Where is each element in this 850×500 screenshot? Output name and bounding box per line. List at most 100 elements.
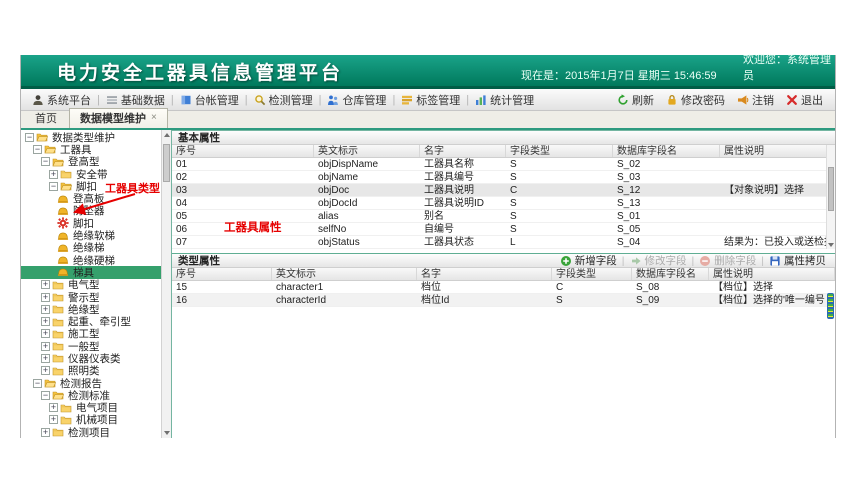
change-password-button[interactable]: 修改密码 [660,92,731,108]
tab-close-icon[interactable]: × [151,113,157,123]
table-row[interactable]: 16characterId档位IdSS_09【档位】选择的'唯一编号 [172,294,835,307]
menu-item-7[interactable]: 统计管理 [470,92,539,108]
folder-open-icon [44,377,56,389]
save-copy-icon [769,255,781,267]
datetime-label: 现在是：2015年1月7日 星期三 15:46:59 [521,67,717,83]
tag-icon [401,94,413,106]
table-cell: 【对象说明】选择 [720,184,835,196]
app-header: 电力安全工器具信息管理平台 现在是：2015年1月7日 星期三 15:46:59… [21,55,835,86]
column-header: 数据库字段名 [613,145,720,157]
table-cell: S_04 [613,236,720,248]
expand-icon[interactable]: + [49,170,58,179]
table-cell: selfNo [314,223,420,235]
table-row[interactable]: 01objDispName工器具名称SS_02 [172,158,835,171]
collapse-icon[interactable]: − [33,379,42,388]
tab-data-model-maintenance[interactable]: 数据模型维护 × [69,108,168,128]
tree-node[interactable]: +检测项目 [21,426,161,438]
collapse-icon[interactable]: − [41,391,50,400]
table-cell [720,158,835,170]
column-header: 英文标示 [272,268,417,280]
tab-home[interactable]: 首页 [25,109,67,128]
type-attrs-header: 类型属性 新增字段|修改字段|删除字段|属性拷贝 [172,254,835,268]
expand-icon[interactable]: + [41,329,50,338]
tree-scrollbar[interactable] [161,130,171,438]
collapse-icon[interactable]: − [33,145,42,154]
table-cell: S_13 [613,197,720,209]
menu-item-1[interactable]: 系统平台 [27,92,96,108]
table-cell: 工器具名称 [420,158,506,170]
logout-button[interactable]: 注销 [731,92,780,108]
table-cell: S [506,197,613,209]
folder-icon [52,352,64,364]
tree-scrollbar-thumb[interactable] [163,144,170,182]
menu-item-2[interactable]: 基础数据 [101,92,170,108]
toolbar-button-label: 修改字段 [645,253,687,268]
folder-icon [52,328,64,340]
annotation-arrow-icon [63,190,143,220]
basic-attrs-title: 基本属性 [178,130,220,145]
ledger-icon [180,94,192,106]
column-header: 名字 [417,268,552,280]
column-header: 属性说明 [709,268,835,280]
table-cell: S_02 [613,158,720,170]
add-field-button[interactable]: 新增字段 [557,253,620,268]
scroll-up-icon[interactable] [164,133,170,137]
expand-icon[interactable]: + [41,305,50,314]
expand-icon[interactable]: + [41,293,50,302]
collapse-icon[interactable]: − [49,182,58,191]
menu-item-5[interactable]: 仓库管理 [322,92,391,108]
table-cell: 【档位】选择的'唯一编号 [709,294,835,306]
type-attrs-section: 类型属性 新增字段|修改字段|删除字段|属性拷贝 序号英文标示名字字段类型数据库… [172,253,835,307]
collapse-icon[interactable]: − [25,133,34,142]
table-row[interactable]: 02objName工器具编号SS_03 [172,171,835,184]
table-row[interactable]: 15character1档位CS_08【档位】选择 [172,281,835,294]
expand-icon[interactable]: + [41,354,50,363]
folder-icon [52,426,64,438]
table-row[interactable]: 04objDocId工器具说明IDSS_13 [172,197,835,210]
basic-table-scrollbar-thumb[interactable] [828,167,834,211]
menu-item-4[interactable]: 检测管理 [249,92,318,108]
app-window: 电力安全工器具信息管理平台 现在是：2015年1月7日 星期三 15:46:59… [20,55,836,438]
table-cell: 工器具说明ID [420,197,506,209]
table-row[interactable]: 07objStatus工器具状态LS_04结果为：已投入或送检报废... [172,236,835,249]
menu-action-label: 注销 [752,92,774,108]
menu-divider: | [466,94,469,106]
toolbar-divider: | [692,255,695,267]
table-cell: 01 [172,158,314,170]
scroll-down-icon[interactable] [164,431,170,435]
column-header: 名字 [420,145,506,157]
expand-icon[interactable]: + [49,415,58,424]
toolbar-divider: | [622,255,625,267]
expand-icon[interactable]: + [41,280,50,289]
basic-attrs-table: 工器具属性 01objDispName工器具名称SS_0202objName工器… [172,158,835,253]
exit-button[interactable]: 退出 [780,92,829,108]
menu-item-6[interactable]: 标签管理 [396,92,465,108]
table-cell: 03 [172,184,314,196]
menu-item-3[interactable]: 台帐管理 [175,92,244,108]
expand-icon[interactable]: + [41,366,50,375]
menu-item-label: 系统平台 [47,92,91,108]
expand-icon[interactable]: + [49,403,58,412]
collapse-icon[interactable]: − [41,157,50,166]
expand-icon[interactable]: + [41,317,50,326]
column-header: 序号 [172,145,314,157]
refresh-button[interactable]: 刷新 [611,92,660,108]
table-row[interactable]: 03objDoc工器具说明CS_12【对象说明】选择 [172,184,835,197]
expand-icon[interactable]: + [41,342,50,351]
toolbar-button-label: 新增字段 [575,253,617,268]
table-cell: character1 [272,281,417,293]
table-cell: 别名 [420,210,506,222]
list-icon [106,94,118,106]
menu-action-label: 退出 [801,92,823,108]
expand-icon[interactable]: + [41,428,50,437]
basic-table-scrollbar[interactable] [826,145,835,249]
type-attrs-toolbar: 新增字段|修改字段|删除字段|属性拷贝 [557,253,829,268]
scroll-down-icon[interactable] [828,243,834,247]
folder-open-icon [52,389,64,401]
table-cell: S_09 [632,294,709,306]
copy-attributes-button[interactable]: 属性拷贝 [766,253,829,268]
type-table-scrollbar-thumb[interactable] [827,293,834,319]
user-icon [32,94,44,106]
edit-field-button: 修改字段 [627,253,690,268]
column-header: 序号 [172,268,272,280]
